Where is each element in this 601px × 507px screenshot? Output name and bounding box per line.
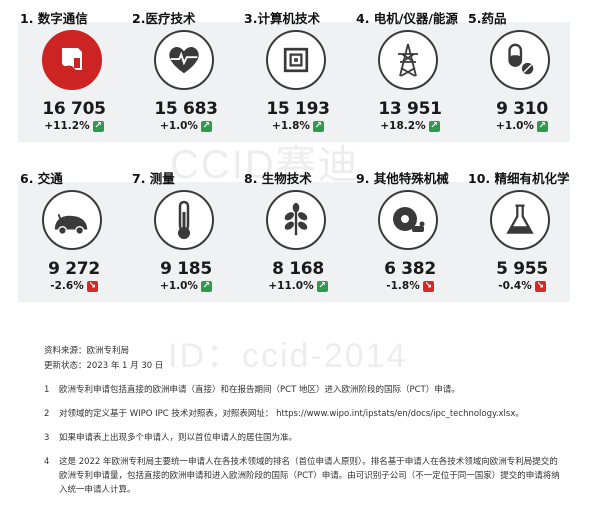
- growth-rate: -1.8% ↘: [354, 280, 466, 292]
- application-count: 6 382: [384, 259, 436, 279]
- arrow-up-icon: ↗: [316, 280, 328, 292]
- application-count: 15 193: [266, 99, 330, 119]
- growth-value: +11.0%: [268, 280, 314, 292]
- arrow-up-icon: ↗: [428, 120, 440, 132]
- growth-rate: +1.0% ↗: [466, 120, 578, 132]
- application-count: 15 683: [154, 99, 218, 119]
- technology-field-card: 1. 数字通信 16 705 +11.2% ↗: [18, 8, 130, 158]
- source-line: 资料来源：欧洲专利局: [44, 346, 130, 356]
- growth-rate: -0.4% ↘: [466, 280, 578, 292]
- growth-rate: +1.0% ↗: [130, 280, 242, 292]
- field-name: 4. 电机/仪器/能源: [356, 11, 458, 26]
- pills-icon: [490, 30, 550, 90]
- footnote-text: 对领域的定义基于 WIPO IPC 技术对照表，对照表网址： https://w…: [59, 409, 524, 419]
- footnote-number: 4: [44, 457, 50, 467]
- heart-pulse-icon: [154, 30, 214, 90]
- growth-rate: +18.2% ↗: [354, 120, 466, 132]
- growth-value: -0.4%: [498, 280, 532, 292]
- footnote-text: 欧洲专利申请包括直接的欧洲申请（直接）和在报告期间（PCT 地区）进入欧洲阶段的…: [59, 385, 460, 395]
- footnote: 3 如果申请表上出现多个申请人，则以首位申请人的居住国为准。: [44, 431, 564, 445]
- footnote-number: 2: [44, 409, 50, 419]
- footnote-text: 如果申请表上出现多个申请人，则以首位申请人的居住国为准。: [59, 433, 298, 443]
- growth-value: -2.6%: [50, 280, 84, 292]
- digital-communication-icon: [42, 30, 102, 90]
- leaf-icon: [266, 190, 326, 250]
- thermometer-icon: [154, 190, 214, 250]
- growth-value: +1.0%: [496, 120, 534, 132]
- car-icon: [42, 190, 102, 250]
- footnote-number: 3: [44, 433, 50, 443]
- machine-icon: [378, 190, 438, 250]
- flask-icon: [490, 190, 550, 250]
- field-name: 10. 精细有机化学: [468, 171, 570, 186]
- technology-field-card: 8. 生物技术 8 168 +11.0% ↗: [242, 168, 354, 318]
- growth-value: +1.8%: [272, 120, 310, 132]
- watermark: CCID赛迪: [170, 143, 360, 187]
- growth-rate: +11.0% ↗: [242, 280, 354, 292]
- growth-rate: -2.6% ↘: [18, 280, 130, 292]
- growth-rate: +1.8% ↗: [242, 120, 354, 132]
- field-name: 2.医疗技术: [132, 11, 196, 26]
- arrow-down-icon: ↘: [534, 280, 546, 292]
- field-name: 7. 测量: [132, 171, 175, 186]
- arrow-up-icon: ↗: [536, 120, 548, 132]
- arrow-up-icon: ↗: [200, 280, 212, 292]
- field-name: 9. 其他特殊机械: [356, 171, 449, 186]
- arrow-down-icon: ↘: [422, 280, 434, 292]
- arrow-down-icon: ↘: [86, 280, 98, 292]
- application-count: 9 185: [160, 259, 212, 279]
- chip-icon: [266, 30, 326, 90]
- field-name: 3.计算机技术: [244, 11, 320, 26]
- growth-value: +18.2%: [380, 120, 426, 132]
- row-bottom: 6. 交通 9 272 -2.6% ↘ 7. 测量 9 185 +1.0% ↗ 8. 生物技术 8…: [18, 168, 578, 326]
- update-line: 更新状态：2023 年 1 月 30 日: [44, 361, 164, 371]
- watermark-id: ID：ccid-2014: [168, 337, 408, 375]
- arrow-up-icon: ↗: [200, 120, 212, 132]
- growth-rate: +11.2% ↗: [18, 120, 130, 132]
- footnote: 4 这是 2022 年欧洲专利局主要统一申请人在各技术领域的排名（首位申请人原则…: [44, 455, 564, 497]
- footnote-text: 这是 2022 年欧洲专利局主要统一申请人在各技术领域的排名（首位申请人原则）。…: [59, 457, 560, 495]
- application-count: 9 272: [48, 259, 100, 279]
- application-count: 9 310: [496, 99, 548, 119]
- growth-value: +1.0%: [160, 120, 198, 132]
- technology-field-card: 10. 精细有机化学 5 955 -0.4% ↘: [466, 168, 578, 318]
- growth-value: +11.2%: [44, 120, 90, 132]
- technology-field-card: 5.药品 9 310 +1.0% ↗: [466, 8, 578, 158]
- technology-field-card: 4. 电机/仪器/能源 13 951 +18.2% ↗: [354, 8, 466, 158]
- footnotes: 1 欧洲专利申请包括直接的欧洲申请（直接）和在报告期间（PCT 地区）进入欧洲阶…: [44, 383, 564, 507]
- growth-value: +1.0%: [160, 280, 198, 292]
- growth-value: -1.8%: [386, 280, 420, 292]
- source-info: 资料来源：欧洲专利局 更新状态：2023 年 1 月 30 日: [44, 344, 163, 374]
- technology-field-card: 6. 交通 9 272 -2.6% ↘: [18, 168, 130, 318]
- field-name: 1. 数字通信: [20, 11, 88, 26]
- technology-field-card: 9. 其他特殊机械 6 382 -1.8% ↘: [354, 168, 466, 318]
- application-count: 5 955: [496, 259, 548, 279]
- growth-rate: +1.0% ↗: [130, 120, 242, 132]
- arrow-up-icon: ↗: [312, 120, 324, 132]
- power-tower-icon: [378, 30, 438, 90]
- application-count: 16 705: [42, 99, 106, 119]
- application-count: 13 951: [378, 99, 442, 119]
- field-name: 6. 交通: [20, 171, 63, 186]
- footnote: 2 对领域的定义基于 WIPO IPC 技术对照表，对照表网址： https:/…: [44, 407, 564, 421]
- technology-field-card: 7. 测量 9 185 +1.0% ↗: [130, 168, 242, 318]
- application-count: 8 168: [272, 259, 324, 279]
- footnote-number: 1: [44, 385, 50, 395]
- footnote: 1 欧洲专利申请包括直接的欧洲申请（直接）和在报告期间（PCT 地区）进入欧洲阶…: [44, 383, 564, 397]
- arrow-up-icon: ↗: [92, 120, 104, 132]
- field-name: 5.药品: [468, 11, 507, 26]
